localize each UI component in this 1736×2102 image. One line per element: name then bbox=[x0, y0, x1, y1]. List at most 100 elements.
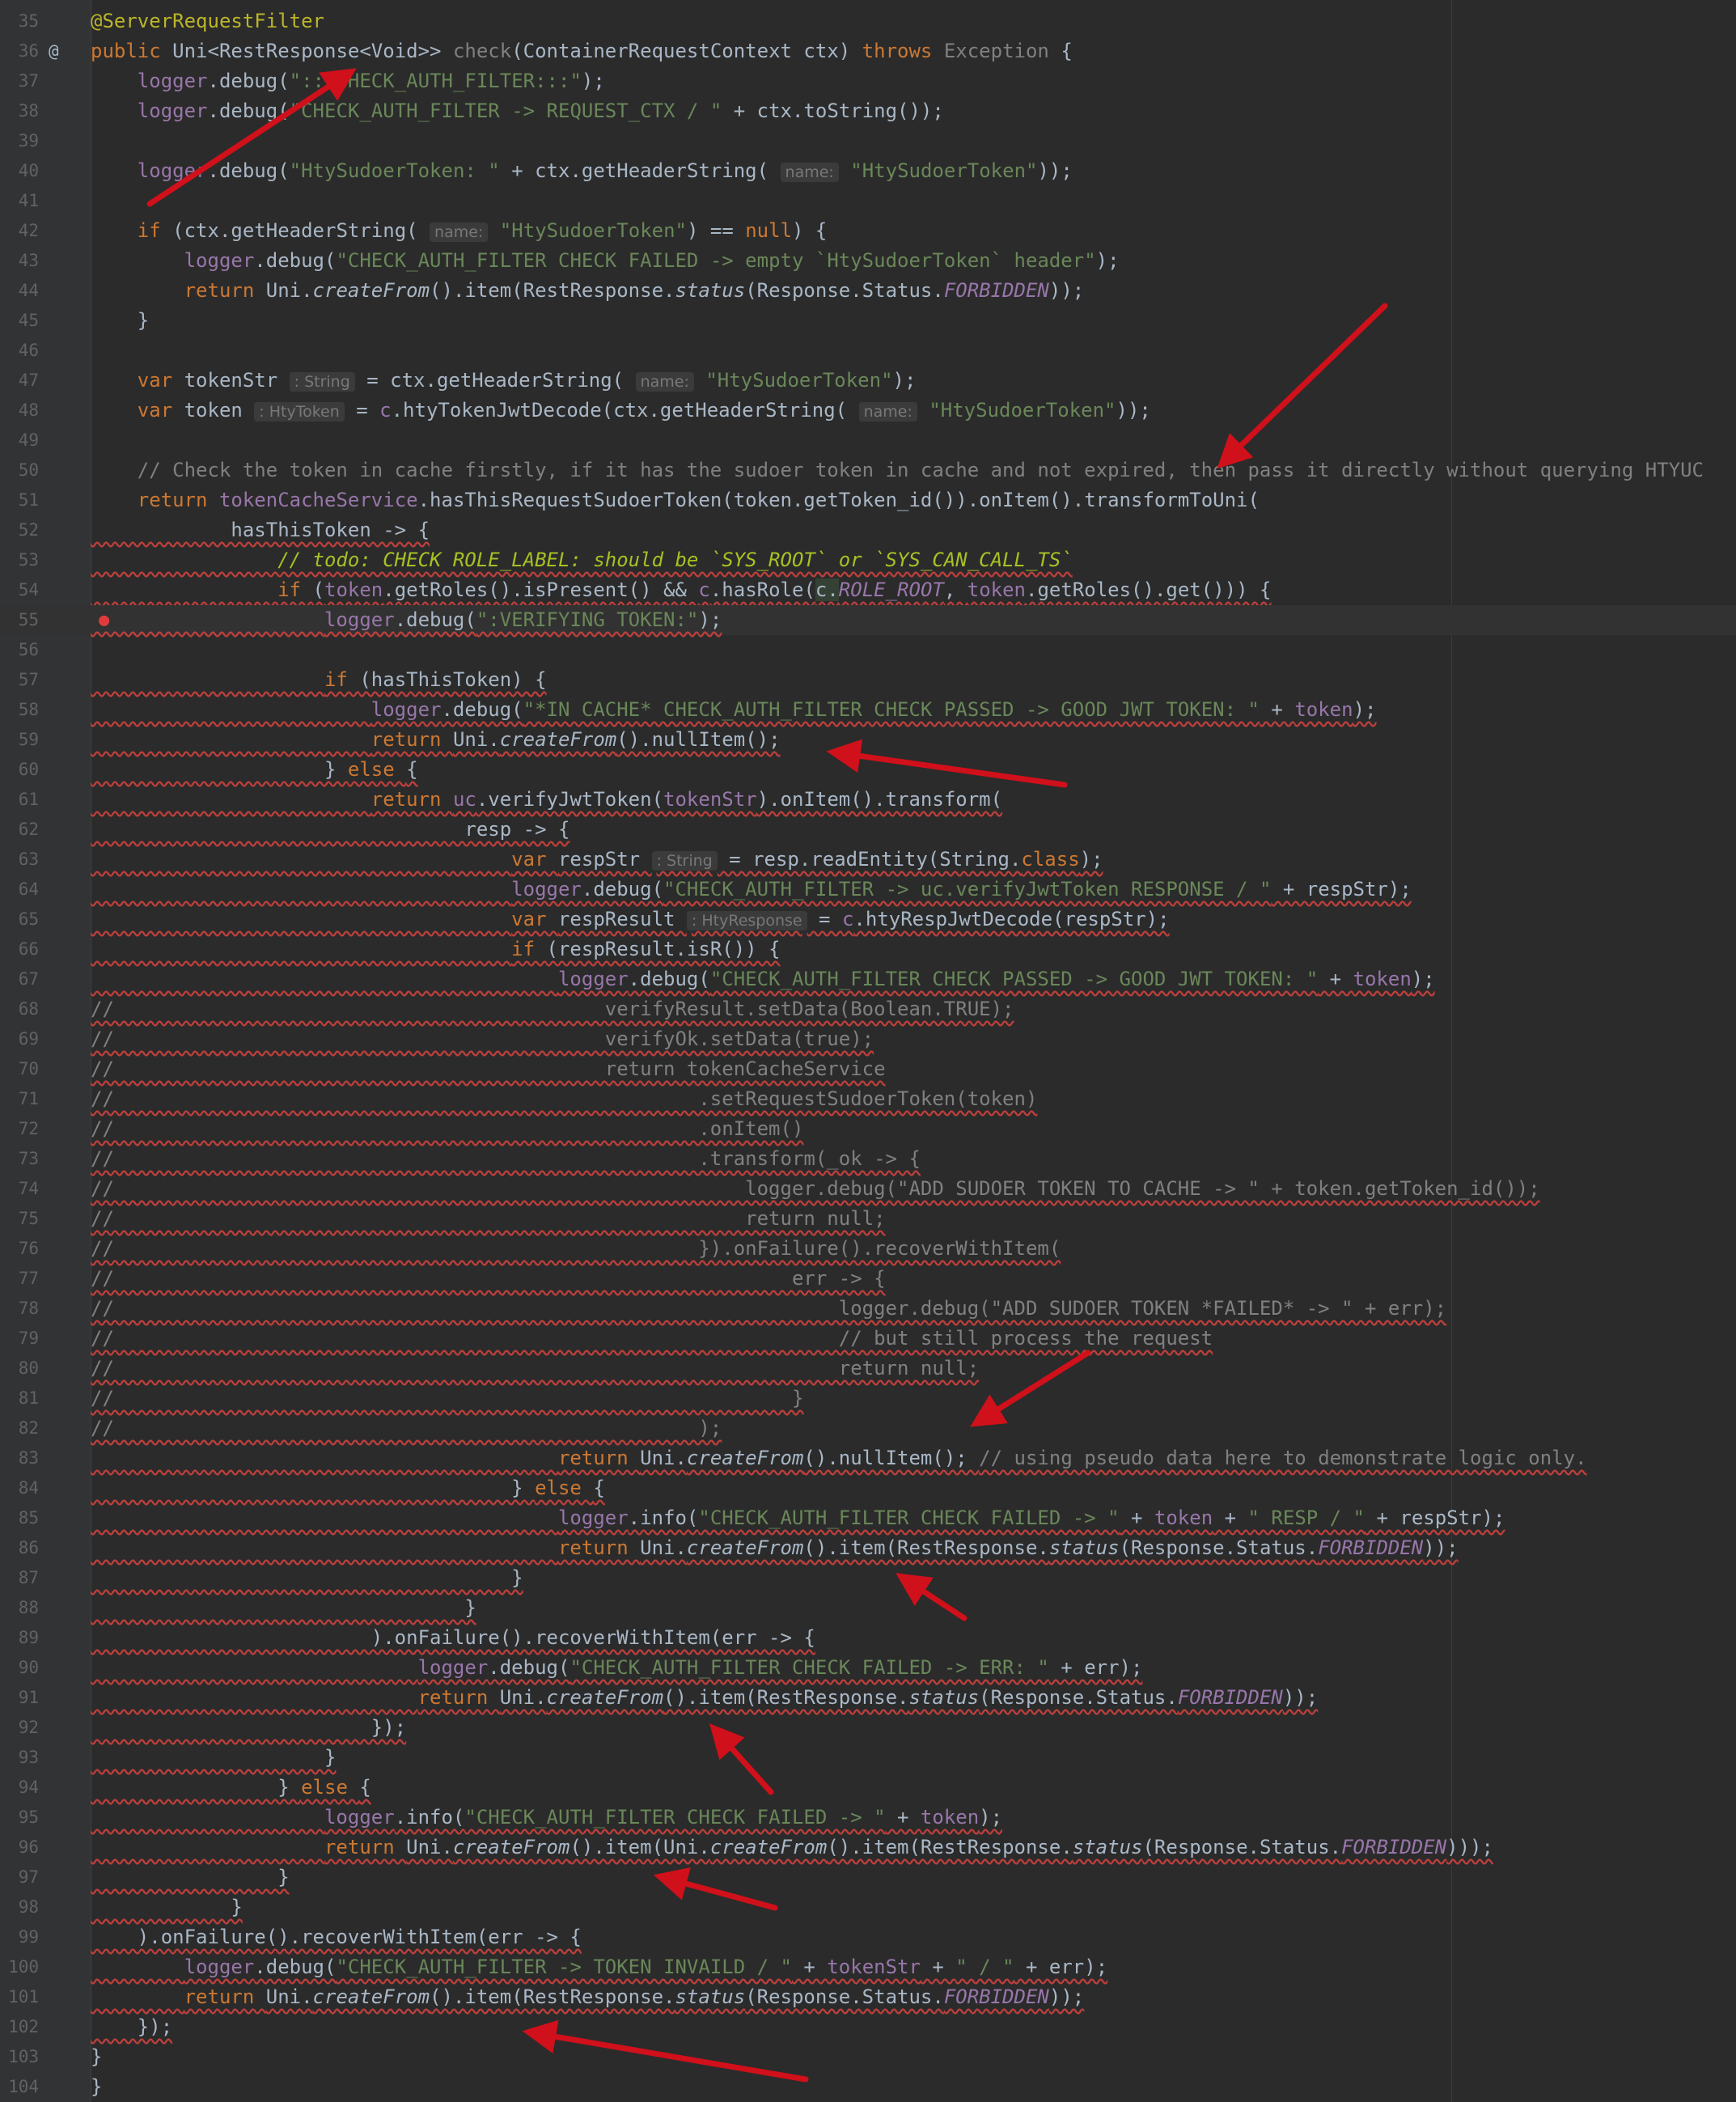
code-text[interactable]: } bbox=[91, 1892, 242, 1922]
code-text[interactable]: // // but still process the request bbox=[91, 1324, 1213, 1354]
code-line[interactable]: 93 } bbox=[0, 1743, 1736, 1773]
code-line[interactable]: 102 }); bbox=[0, 2012, 1736, 2042]
code-text[interactable]: public Uni<RestResponse<Void>> check(Con… bbox=[91, 36, 1073, 66]
code-line[interactable]: 82 // ); bbox=[0, 1413, 1736, 1443]
code-line[interactable]: 59 return Uni.createFrom().nullItem(); bbox=[0, 725, 1736, 755]
code-line[interactable]: 51 return tokenCacheService.hasThisReque… bbox=[0, 485, 1736, 515]
code-line[interactable]: 92 }); bbox=[0, 1713, 1736, 1743]
code-line[interactable]: 88 } bbox=[0, 1593, 1736, 1623]
code-text[interactable]: // .transform(_ok -> { bbox=[91, 1144, 921, 1174]
code-line[interactable]: 58 logger.debug("*IN CACHE* CHECK_AUTH_F… bbox=[0, 695, 1736, 725]
code-text[interactable]: logger.info("CHECK_AUTH_FILTER CHECK FAI… bbox=[91, 1803, 1002, 1833]
code-line[interactable]: 49 bbox=[0, 426, 1736, 456]
code-text[interactable]: // return null; bbox=[91, 1354, 979, 1384]
code-text[interactable]: logger.debug("*IN CACHE* CHECK_AUTH_FILT… bbox=[91, 695, 1377, 725]
code-editor[interactable]: 35 @ServerRequestFilter 36 @ public Uni<Rest… bbox=[0, 0, 1736, 2102]
code-text[interactable]: // return tokenCacheService bbox=[91, 1054, 886, 1084]
code-text[interactable]: } bbox=[91, 2042, 102, 2072]
code-line[interactable]: 94 } else { bbox=[0, 1773, 1736, 1803]
code-line[interactable]: 95 logger.info("CHECK_AUTH_FILTER CHECK … bbox=[0, 1803, 1736, 1833]
code-line[interactable]: 98 } bbox=[0, 1892, 1736, 1922]
code-line[interactable]: 70 // return tokenCacheService bbox=[0, 1054, 1736, 1084]
code-line[interactable]: 43 logger.debug("CHECK_AUTH_FILTER CHECK… bbox=[0, 246, 1736, 276]
code-text[interactable]: // logger.debug("ADD SUDOER TOKEN *FAILE… bbox=[91, 1294, 1446, 1324]
code-text[interactable]: var respStr : String = resp.readEntity(S… bbox=[91, 845, 1103, 875]
code-line[interactable]: 73 // .transform(_ok -> { bbox=[0, 1144, 1736, 1174]
code-text[interactable]: return tokenCacheService.hasThisRequestS… bbox=[91, 485, 1260, 515]
code-line[interactable]: 47 var tokenStr : String = ctx.getHeader… bbox=[0, 366, 1736, 396]
code-text[interactable]: resp -> { bbox=[91, 815, 569, 845]
code-line[interactable]: 61 return uc.verifyJwtToken(tokenStr).on… bbox=[0, 785, 1736, 815]
code-line[interactable]: 87 } bbox=[0, 1563, 1736, 1593]
code-text[interactable]: logger.debug("CHECK_AUTH_FILTER -> REQUE… bbox=[91, 96, 944, 126]
code-line[interactable]: 50 // Check the token in cache firstly, … bbox=[0, 456, 1736, 485]
code-line[interactable]: 83 return Uni.createFrom().nullItem(); /… bbox=[0, 1443, 1736, 1473]
code-text[interactable]: return Uni.createFrom().item(RestRespons… bbox=[91, 276, 1085, 306]
code-text[interactable]: }); bbox=[91, 2012, 172, 2042]
code-line[interactable]: 48 var token : HtyToken = c.htyTokenJwtD… bbox=[0, 396, 1736, 426]
code-text[interactable]: // verifyOk.setData(true); bbox=[91, 1024, 874, 1054]
code-text[interactable]: }); bbox=[91, 1713, 406, 1743]
code-line[interactable]: 56 bbox=[0, 635, 1736, 665]
code-line[interactable]: 42 if (ctx.getHeaderString( name: "HtySu… bbox=[0, 216, 1736, 246]
code-text[interactable]: if (token.getRoles().isPresent() && c.ha… bbox=[91, 575, 1271, 605]
code-text[interactable]: if (hasThisToken) { bbox=[91, 665, 547, 695]
code-line[interactable]: 68 // verifyResult.setData(Boolean.TRUE); bbox=[0, 994, 1736, 1024]
code-text[interactable]: logger.debug(":::CHECK_AUTH_FILTER:::"); bbox=[91, 66, 605, 96]
code-text[interactable]: return Uni.createFrom().item(Uni.createF… bbox=[91, 1833, 1493, 1863]
code-text[interactable]: return Uni.createFrom().item(RestRespons… bbox=[91, 1683, 1319, 1713]
code-text[interactable]: // } bbox=[91, 1384, 803, 1413]
code-text[interactable]: // err -> { bbox=[91, 1264, 886, 1294]
code-text[interactable]: // return null; bbox=[91, 1204, 886, 1234]
code-line[interactable]: 89 ).onFailure().recoverWithItem(err -> … bbox=[0, 1623, 1736, 1653]
code-line[interactable]: 101 return Uni.createFrom().item(RestRes… bbox=[0, 1982, 1736, 2012]
code-line[interactable]: 100 logger.debug("CHECK_AUTH_FILTER -> T… bbox=[0, 1952, 1736, 1982]
code-text[interactable]: return Uni.createFrom().nullItem(); bbox=[91, 725, 781, 755]
code-text[interactable]: @ServerRequestFilter bbox=[91, 6, 324, 36]
code-text[interactable]: logger.debug(":VERIFYING TOKEN:"); bbox=[91, 605, 722, 635]
code-text[interactable]: return uc.verifyJwtToken(tokenStr).onIte… bbox=[91, 785, 1002, 815]
code-text[interactable]: } bbox=[91, 2072, 102, 2102]
code-text[interactable]: // Check the token in cache firstly, if … bbox=[91, 456, 1704, 485]
code-line[interactable]: 91 return Uni.createFrom().item(RestResp… bbox=[0, 1683, 1736, 1713]
code-line[interactable]: 37 logger.debug(":::CHECK_AUTH_FILTER:::… bbox=[0, 66, 1736, 96]
code-line[interactable]: 72 // .onItem() bbox=[0, 1114, 1736, 1144]
code-line[interactable]: 81 // } bbox=[0, 1384, 1736, 1413]
code-text[interactable]: var respResult : HtyResponse = c.htyResp… bbox=[91, 905, 1170, 934]
code-line[interactable]: 86 return Uni.createFrom().item(RestResp… bbox=[0, 1533, 1736, 1563]
code-text[interactable]: if (respResult.isR()) { bbox=[91, 934, 780, 964]
code-text[interactable]: } bbox=[91, 306, 149, 336]
code-line[interactable]: 39 bbox=[0, 126, 1736, 156]
code-line[interactable]: 66 if (respResult.isR()) { bbox=[0, 934, 1736, 964]
code-line[interactable]: 54 if (token.getRoles().isPresent() && c… bbox=[0, 575, 1736, 605]
code-line[interactable]: 65 var respResult : HtyResponse = c.htyR… bbox=[0, 905, 1736, 934]
code-text[interactable]: if (ctx.getHeaderString( name: "HtySudoe… bbox=[91, 216, 827, 246]
code-text[interactable]: return Uni.createFrom().item(RestRespons… bbox=[91, 1533, 1459, 1563]
code-line[interactable]: 69 // verifyOk.setData(true); bbox=[0, 1024, 1736, 1054]
code-text[interactable]: } bbox=[91, 1863, 289, 1892]
code-text[interactable]: logger.debug("CHECK_AUTH_FILTER CHECK PA… bbox=[91, 964, 1435, 994]
code-line[interactable]: 62 resp -> { bbox=[0, 815, 1736, 845]
code-text[interactable]: var token : HtyToken = c.htyTokenJwtDeco… bbox=[91, 396, 1151, 426]
code-line[interactable]: 77 // err -> { bbox=[0, 1264, 1736, 1294]
code-text[interactable]: // logger.debug("ADD SUDOER TOKEN TO CAC… bbox=[91, 1174, 1540, 1204]
code-line[interactable]: 40 logger.debug("HtySudoerToken: " + ctx… bbox=[0, 156, 1736, 186]
code-line[interactable]: 76 // }).onFailure().recoverWithItem( bbox=[0, 1234, 1736, 1264]
code-line[interactable]: 45 } bbox=[0, 306, 1736, 336]
code-line[interactable]: 99 ).onFailure().recoverWithItem(err -> … bbox=[0, 1922, 1736, 1952]
code-text[interactable]: // todo: CHECK ROLE_LABEL: should be `SY… bbox=[91, 545, 1073, 575]
code-line[interactable]: 90 logger.debug("CHECK_AUTH_FILTER CHECK… bbox=[0, 1653, 1736, 1683]
code-line[interactable]: 41 bbox=[0, 186, 1736, 216]
code-line[interactable]: 63 var respStr : String = resp.readEntit… bbox=[0, 845, 1736, 875]
code-line[interactable]: 74 // logger.debug("ADD SUDOER TOKEN TO C… bbox=[0, 1174, 1736, 1204]
code-line[interactable]: 80 // return null; bbox=[0, 1354, 1736, 1384]
code-text[interactable]: logger.debug("CHECK_AUTH_FILTER CHECK FA… bbox=[91, 246, 1120, 276]
code-text[interactable]: var tokenStr : String = ctx.getHeaderStr… bbox=[91, 366, 916, 396]
code-line[interactable]: 38 logger.debug("CHECK_AUTH_FILTER -> RE… bbox=[0, 96, 1736, 126]
code-line[interactable]: 103} bbox=[0, 2042, 1736, 2072]
code-line[interactable]: 55 ● logger.debug(":VERIFYING TOKEN:"); bbox=[0, 605, 1736, 635]
code-text[interactable]: } else { bbox=[91, 755, 418, 785]
code-line[interactable]: 53 // todo: CHECK ROLE_LABEL: should be … bbox=[0, 545, 1736, 575]
code-text[interactable]: ).onFailure().recoverWithItem(err -> { bbox=[91, 1623, 815, 1653]
code-line[interactable]: 79 // // but still process the request bbox=[0, 1324, 1736, 1354]
